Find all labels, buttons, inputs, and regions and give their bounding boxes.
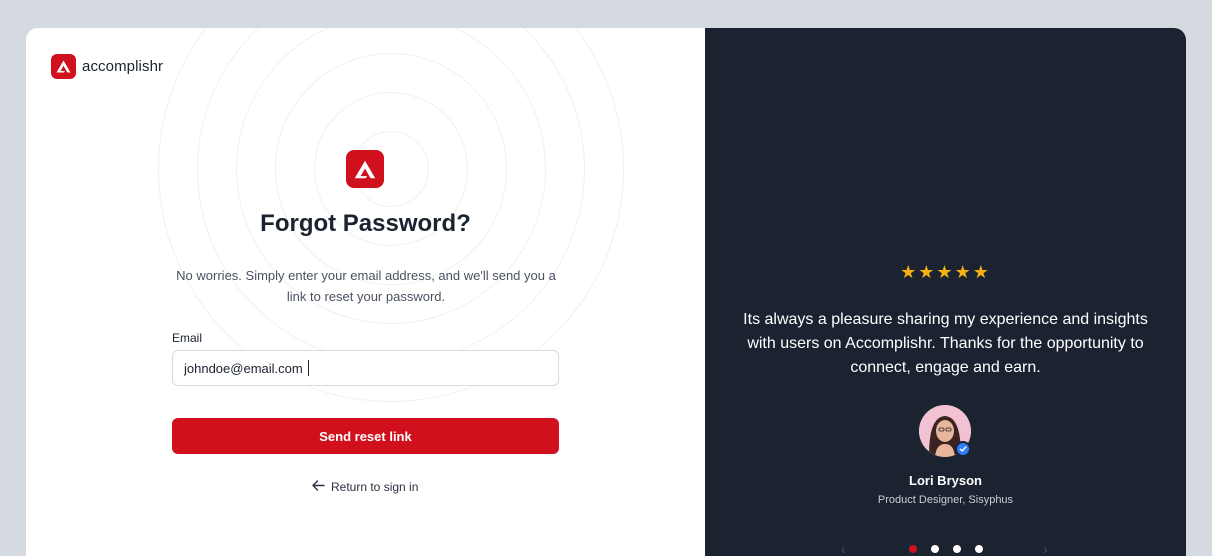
brand-header[interactable]: accomplishr bbox=[51, 54, 163, 79]
verified-check-icon bbox=[955, 441, 971, 457]
arrow-left-icon bbox=[312, 480, 325, 494]
text-caret bbox=[308, 360, 309, 376]
send-reset-link-button[interactable]: Send reset link bbox=[172, 418, 559, 454]
email-field[interactable] bbox=[172, 350, 559, 386]
accomplishr-logo-icon bbox=[51, 54, 76, 79]
rating-stars: ★★★★★ bbox=[900, 262, 991, 282]
brand-name: accomplishr bbox=[82, 58, 164, 75]
page-subtitle: No worries. Simply enter your email addr… bbox=[176, 268, 556, 304]
testimonial-carousel-controls: ‹ › bbox=[705, 541, 1186, 556]
testimonial-author-name: Lori Bryson bbox=[909, 473, 982, 488]
carousel-dot-1[interactable] bbox=[909, 545, 917, 553]
chevron-left-icon[interactable]: ‹ bbox=[841, 541, 846, 556]
chevron-right-icon[interactable]: › bbox=[1043, 541, 1048, 556]
forgot-password-panel: accomplishr Forgot Password? No worries.… bbox=[26, 28, 705, 556]
carousel-dot-3[interactable] bbox=[953, 545, 961, 553]
carousel-dots bbox=[909, 545, 983, 553]
testimonial-quote: Its always a pleasure sharing my experie… bbox=[743, 311, 1148, 376]
avatar bbox=[919, 405, 971, 457]
testimonial-panel: ★★★★★ Its always a pleasure sharing my e… bbox=[705, 28, 1186, 556]
auth-card: accomplishr Forgot Password? No worries.… bbox=[26, 28, 1186, 556]
carousel-dot-2[interactable] bbox=[931, 545, 939, 553]
testimonial-author-role: Product Designer, Sisyphus bbox=[877, 494, 1014, 506]
center-logo-icon bbox=[346, 150, 384, 188]
return-to-sign-in-link[interactable]: Return to sign in bbox=[312, 480, 418, 494]
page-title: Forgot Password? bbox=[260, 210, 471, 237]
return-link-label: Return to sign in bbox=[331, 480, 419, 494]
carousel-dot-4[interactable] bbox=[975, 545, 983, 553]
email-label: Email bbox=[172, 331, 203, 345]
